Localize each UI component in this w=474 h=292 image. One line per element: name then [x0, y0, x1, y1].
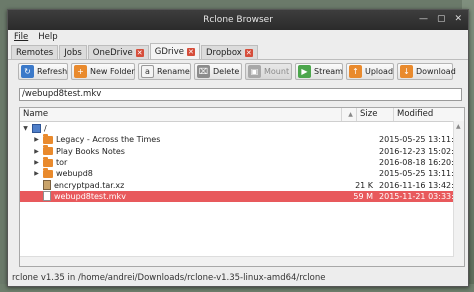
tab-label: OneDrive [92, 47, 133, 58]
tab-label: Remotes [16, 47, 54, 58]
collapse-arrow-icon[interactable]: ▼ [22, 125, 29, 132]
stream-button[interactable]: ▶ Stream [295, 63, 343, 80]
delete-icon: ⌧ [197, 65, 210, 78]
mount-icon: ▣ [248, 65, 261, 78]
rename-button[interactable]: a Rename [138, 63, 191, 80]
window-title: Rclone Browser [203, 15, 273, 25]
expand-arrow-icon[interactable]: ▶ [33, 159, 40, 166]
drive-icon [32, 124, 41, 134]
delete-button[interactable]: ⌧ Delete [194, 63, 242, 80]
new-folder-button[interactable]: + New Folder [71, 63, 135, 80]
close-icon[interactable]: ✕ [454, 14, 462, 24]
file-name: Play Books Notes [56, 146, 125, 156]
file-size: 21 K [355, 180, 374, 190]
tab-label: GDrive [154, 46, 184, 57]
close-tab-icon[interactable]: ✕ [135, 48, 144, 57]
delete-label: Delete [213, 67, 240, 76]
file-modified: 2015-05-25 13:11:57 [379, 169, 464, 179]
expand-arrow-icon[interactable]: ▶ [33, 136, 40, 143]
video-file-icon [43, 191, 51, 202]
tree-row[interactable]: encryptpad.tar.xz 21 K 2016-11-16 13:42:… [20, 179, 464, 191]
file-modified: 2015-05-25 13:11:56 [379, 135, 464, 145]
tab-dropbox[interactable]: Dropbox ✕ [200, 45, 258, 59]
file-modified: 2015-11-21 03:33:57 [379, 191, 464, 201]
root-label: / [44, 124, 47, 134]
scroll-up-icon[interactable]: ▲ [456, 123, 461, 130]
tab-bar: Remotes Jobs OneDrive ✕ GDrive ✕ Dropbox ✕ [8, 43, 468, 60]
new-folder-icon: + [74, 65, 87, 78]
column-name[interactable]: Name [20, 108, 342, 121]
menu-bar: File Help [8, 30, 468, 43]
download-icon: ↓ [400, 65, 413, 78]
file-modified: 2016-11-16 13:42:12 [379, 180, 464, 190]
refresh-icon: ↻ [21, 65, 34, 78]
file-modified: 2016-12-23 15:02:45 [379, 146, 464, 156]
tree-row-selected[interactable]: webupd8test.mkv 59 M 2015-11-21 03:33:57 [20, 190, 464, 203]
menu-file[interactable]: File [14, 32, 28, 42]
archive-file-icon [43, 180, 51, 191]
app-window: Rclone Browser — ▢ ✕ File Help Remotes J… [7, 9, 469, 287]
sort-indicator-icon: ▲ [342, 108, 357, 121]
new-folder-label: New Folder [90, 67, 135, 76]
file-name: webupd8 [56, 169, 93, 179]
tree-row[interactable]: ▶ Legacy - Across the Times 2015-05-25 1… [20, 133, 464, 145]
tab-gdrive[interactable]: GDrive ✕ [149, 43, 200, 59]
file-name: encryptpad.tar.xz [54, 180, 125, 190]
folder-icon [43, 167, 53, 178]
tab-label: Dropbox [205, 47, 242, 58]
column-modified[interactable]: Modified [394, 108, 456, 121]
mount-button[interactable]: ▣ Mount [245, 63, 292, 80]
window-controls: — ▢ ✕ [419, 14, 462, 24]
refresh-button[interactable]: ↻ Refresh [18, 63, 68, 80]
menu-help[interactable]: Help [38, 32, 57, 42]
download-label: Download [416, 67, 456, 76]
toolbar: ↻ Refresh + New Folder a Rename ⌧ Delete… [8, 60, 468, 83]
tree-row[interactable]: ▶ tor 2016-08-18 16:20:14 [20, 156, 464, 168]
tab-onedrive[interactable]: OneDrive ✕ [87, 45, 149, 59]
tab-label: Jobs [64, 47, 82, 58]
title-bar: Rclone Browser — ▢ ✕ [8, 10, 468, 30]
status-bar: rclone v1.35 in /home/andrei/Downloads/r… [12, 273, 326, 283]
horizontal-scrollbar[interactable] [20, 256, 454, 266]
file-name: webupd8test.mkv [54, 191, 126, 201]
folder-icon [43, 133, 53, 144]
folder-icon [43, 145, 53, 156]
file-size: 59 M [353, 191, 374, 201]
tab-remotes[interactable]: Remotes [11, 45, 59, 59]
play-icon: ▶ [298, 65, 311, 78]
close-tab-icon[interactable]: ✕ [186, 47, 195, 56]
upload-button[interactable]: ↑ Upload [346, 63, 394, 80]
tab-jobs[interactable]: Jobs [59, 45, 87, 59]
file-name: Legacy - Across the Times [56, 135, 161, 145]
close-tab-icon[interactable]: ✕ [244, 48, 253, 57]
maximize-icon[interactable]: ▢ [437, 14, 446, 24]
expand-arrow-icon[interactable]: ▶ [33, 170, 40, 177]
file-tree: Name ▲ Size Modified ▼ / ▶ Legacy - Acro… [19, 107, 465, 267]
upload-label: Upload [365, 67, 394, 76]
folder-icon [43, 156, 53, 167]
tree-row[interactable]: ▶ webupd8 2015-05-25 13:11:57 [20, 167, 464, 179]
rename-label: Rename [157, 67, 190, 76]
tree-row-root[interactable]: ▼ / [20, 123, 464, 134]
vertical-scrollbar[interactable]: ▲ [453, 121, 464, 266]
expand-arrow-icon[interactable]: ▶ [33, 148, 40, 155]
download-button[interactable]: ↓ Download [397, 63, 456, 80]
upload-icon: ↑ [349, 65, 362, 78]
file-name: tor [56, 158, 68, 168]
file-modified: 2016-08-18 16:20:14 [379, 158, 464, 168]
rename-icon: a [141, 65, 154, 78]
minimize-icon[interactable]: — [419, 14, 428, 24]
stream-label: Stream [314, 67, 343, 76]
tree-row[interactable]: ▶ Play Books Notes 2016-12-23 15:02:45 [20, 145, 464, 157]
path-field[interactable]: /webupd8test.mkv [19, 88, 462, 101]
mount-label: Mount [264, 67, 290, 76]
tree-header: Name ▲ Size Modified [20, 108, 464, 122]
column-size[interactable]: Size [357, 108, 394, 121]
refresh-label: Refresh [37, 67, 68, 76]
